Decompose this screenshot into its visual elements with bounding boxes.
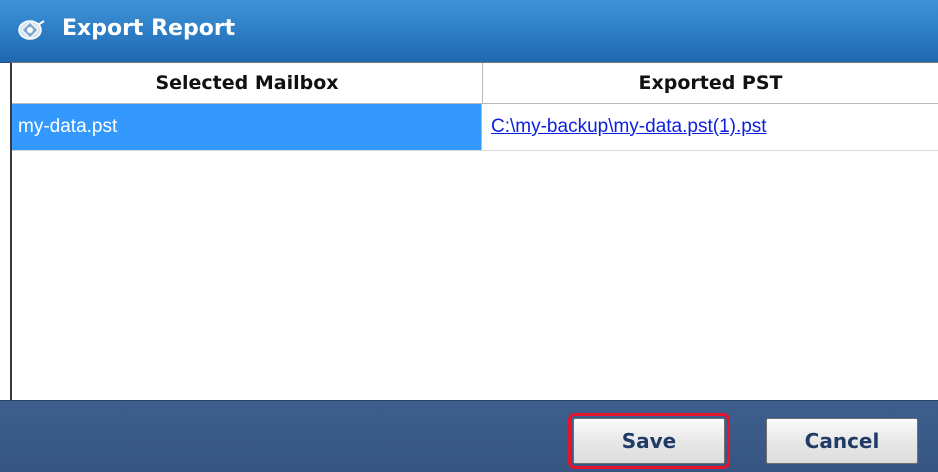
exported-pst-link[interactable]: C:\my-backup\my-data.pst(1).pst [491, 116, 767, 138]
column-header-exported-pst[interactable]: Exported PST [483, 63, 938, 103]
exported-pst-cell[interactable]: C:\my-backup\my-data.pst(1).pst [483, 104, 938, 150]
export-report-app-icon [18, 20, 45, 40]
column-header-selected-mailbox[interactable]: Selected Mailbox [12, 63, 483, 103]
export-report-window: Export Report Selected Mailbox Exported … [0, 0, 938, 472]
save-button[interactable]: Save [568, 413, 730, 469]
window-title: Export Report [62, 16, 236, 41]
title-bar: Export Report [0, 0, 938, 63]
cancel-button[interactable]: Cancel [766, 418, 918, 464]
selected-mailbox-cell[interactable]: my-data.pst [12, 104, 482, 150]
grid-header: Selected Mailbox Exported PST [12, 63, 938, 104]
dialog-footer: Save Cancel [0, 400, 938, 472]
table-row[interactable]: my-data.pst C:\my-backup\my-data.pst(1).… [12, 104, 938, 151]
export-report-grid: Selected Mailbox Exported PST my-data.ps… [10, 62, 938, 400]
